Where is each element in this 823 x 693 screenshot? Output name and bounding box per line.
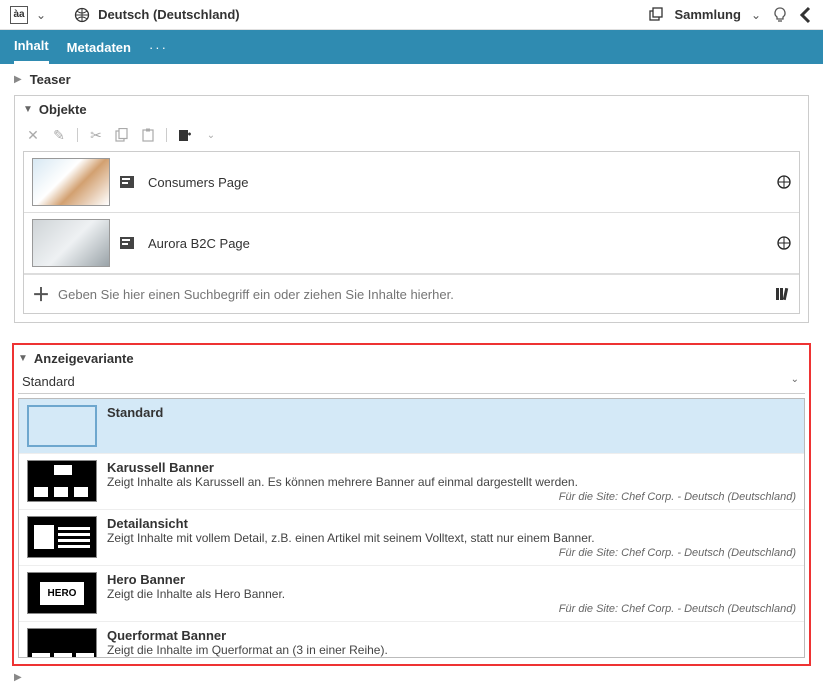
page-type-icon <box>120 176 134 188</box>
variant-option-desc: Zeigt Inhalte als Karussell an. Es könne… <box>107 475 796 489</box>
variant-option-title: Hero Banner <box>107 572 796 587</box>
teaser-title: Teaser <box>30 72 71 87</box>
variant-option-title: Standard <box>107 405 796 420</box>
variant-option-desc: Zeigt Inhalte mit vollem Detail, z.B. ei… <box>107 531 796 545</box>
object-thumbnail <box>32 158 110 206</box>
variant-option-desc: Zeigt die Inhalte im Querformat an (3 in… <box>107 643 796 657</box>
variant-select-chevron-icon[interactable]: ⌄ <box>791 374 799 385</box>
collection-icon <box>648 7 664 23</box>
paste-icon[interactable] <box>140 127 156 143</box>
variant-option-thumbnail <box>27 628 97 658</box>
edit-icon[interactable]: ✎ <box>51 127 67 143</box>
object-row[interactable]: Consumers Page <box>24 152 799 213</box>
object-search-input[interactable] <box>56 286 767 303</box>
variant-select[interactable]: Standard ⌄ <box>18 370 805 394</box>
variant-option-detail[interactable]: Detailansicht Zeigt Inhalte mit vollem D… <box>19 510 804 566</box>
globe-icon <box>74 7 90 23</box>
add-object-icon[interactable]: ＋ <box>32 281 48 307</box>
locale-label: Deutsch (Deutschland) <box>98 7 240 22</box>
objects-collapse-icon[interactable]: ▼ <box>23 104 33 115</box>
variant-option-meta: Für die Site: Chef Corp. - Deutsch (Deut… <box>107 603 796 615</box>
variant-dropdown[interactable]: Standard Karussell Banner Zeigt Inhalte … <box>18 398 805 658</box>
variant-option-meta: Für die Site: Chef Corp. - Deutsch (Deut… <box>107 547 796 559</box>
teaser-expand-icon[interactable]: ▶ <box>14 74 22 85</box>
variant-selected-value: Standard <box>22 374 75 389</box>
delete-icon[interactable]: ✕ <box>25 127 41 143</box>
object-name: Aurora B2C Page <box>148 236 250 251</box>
variant-option-meta: Für die Site: Chef Corp. - Deutsch (Deut… <box>107 491 796 503</box>
cut-icon[interactable]: ✂ <box>88 127 104 143</box>
variant-collapse-icon[interactable]: ▼ <box>18 353 28 364</box>
variant-option-thumbnail <box>27 460 97 502</box>
hint-bulb-icon[interactable] <box>771 6 789 24</box>
tab-more-icon[interactable]: ··· <box>149 40 168 55</box>
variant-option-title: Querformat Banner <box>107 628 796 643</box>
locale-indicator-icon <box>777 175 791 189</box>
variant-option-thumbnail: HERO <box>27 572 97 614</box>
collapse-chevron-icon[interactable] <box>799 6 813 24</box>
next-section-expand-icon[interactable]: ▶ <box>14 672 22 683</box>
variant-option-querformat[interactable]: Querformat Banner Zeigt die Inhalte im Q… <box>19 622 804 658</box>
add-chevron-icon[interactable]: ⌄ <box>203 127 219 143</box>
add-from-library-icon[interactable] <box>177 127 193 143</box>
tab-metadata[interactable]: Metadaten <box>67 32 131 63</box>
tab-content[interactable]: Inhalt <box>14 30 49 64</box>
variant-option-hero[interactable]: HERO Hero Banner Zeigt die Inhalte als H… <box>19 566 804 622</box>
app-logo: àa <box>10 6 28 24</box>
object-thumbnail <box>32 219 110 267</box>
variant-option-thumbnail <box>27 516 97 558</box>
variant-option-standard[interactable]: Standard <box>19 399 804 454</box>
variant-option-desc: Zeigt die Inhalte als Hero Banner. <box>107 587 796 601</box>
copy-icon[interactable] <box>114 127 130 143</box>
variant-option-title: Karussell Banner <box>107 460 796 475</box>
locale-indicator-icon <box>777 236 791 250</box>
collection-label: Sammlung <box>674 7 740 22</box>
object-name: Consumers Page <box>148 175 248 190</box>
library-browse-icon[interactable] <box>775 286 791 302</box>
objects-title: Objekte <box>39 102 87 117</box>
variant-option-karussell[interactable]: Karussell Banner Zeigt Inhalte als Karus… <box>19 454 804 510</box>
collection-chevron-icon[interactable]: ⌄ <box>751 8 761 22</box>
object-row[interactable]: Aurora B2C Page <box>24 213 799 274</box>
variant-title: Anzeigevariante <box>34 351 134 366</box>
variant-option-thumbnail <box>27 405 97 447</box>
page-type-icon <box>120 237 134 249</box>
app-menu-chevron-icon[interactable]: ⌄ <box>36 8 46 22</box>
variant-option-title: Detailansicht <box>107 516 796 531</box>
